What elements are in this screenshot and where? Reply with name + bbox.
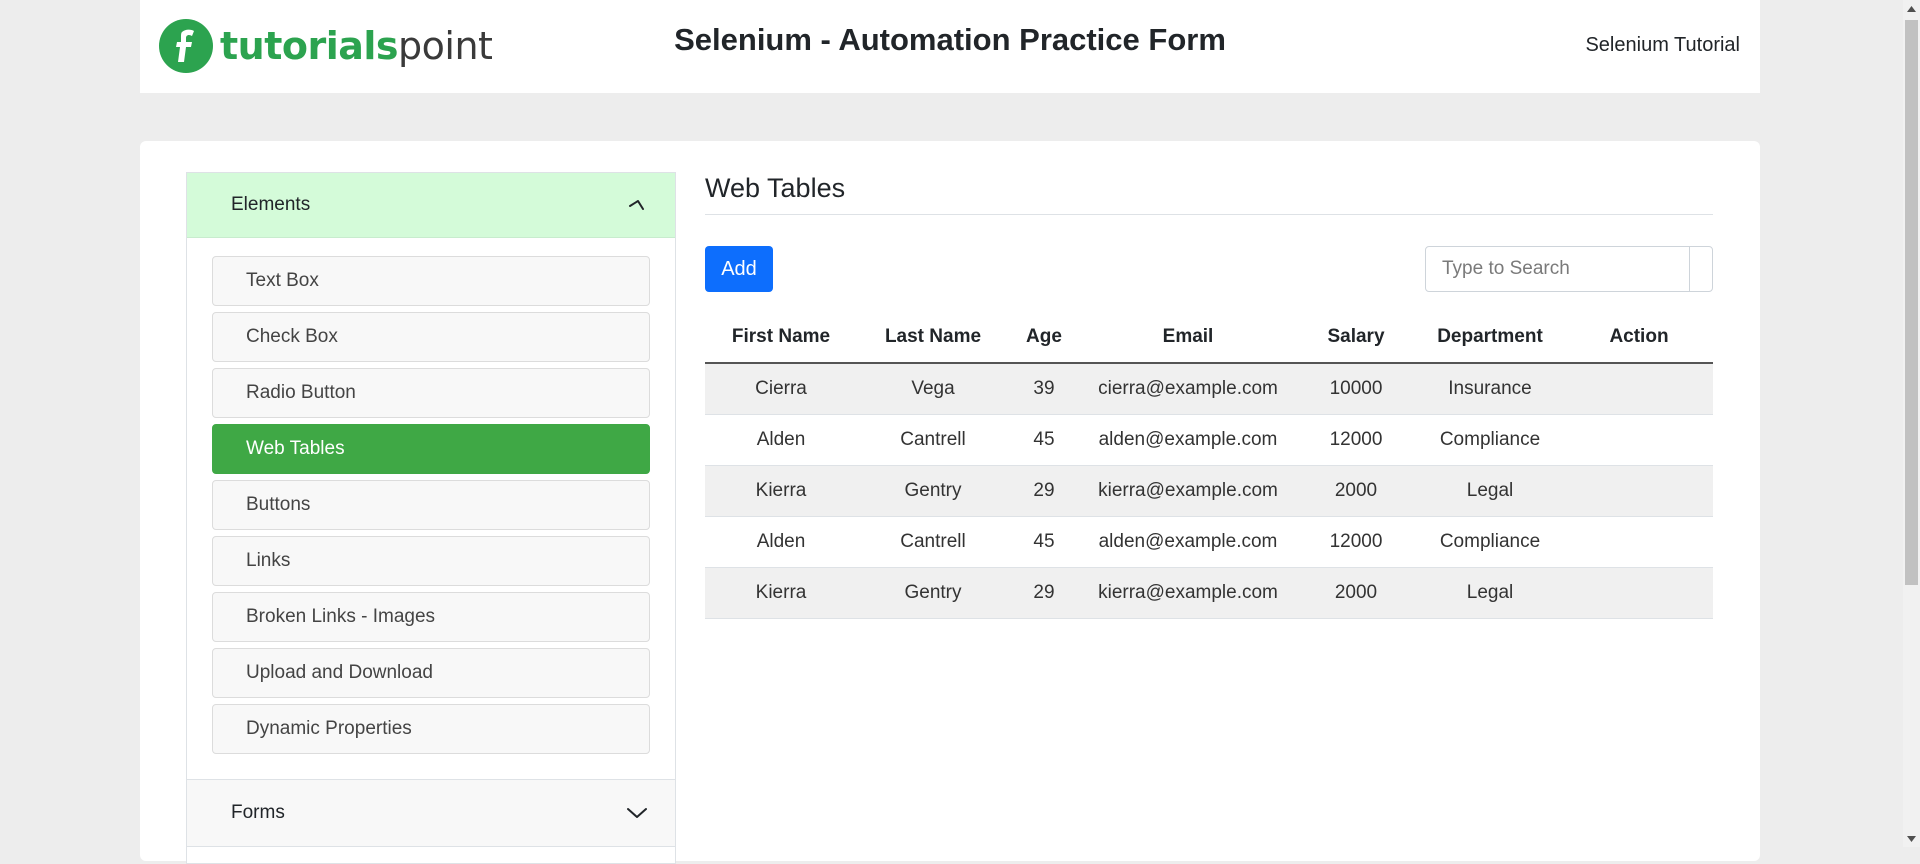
- cell-last-name: Cantrell: [857, 414, 1009, 466]
- cell-first-name: Kierra: [705, 567, 857, 619]
- cell-salary: 12000: [1297, 414, 1415, 466]
- column-header-first-name[interactable]: First Name: [705, 312, 857, 364]
- chevron-down-icon: [627, 808, 647, 818]
- cell-first-name: Kierra: [705, 465, 857, 517]
- cell-action: [1565, 414, 1713, 466]
- search-input[interactable]: [1426, 247, 1689, 291]
- menu-item-upload-and-download[interactable]: Upload and Download: [212, 648, 650, 698]
- cell-department: Legal: [1415, 465, 1565, 517]
- cell-email: kierra@example.com: [1079, 567, 1297, 619]
- cell-department: Insurance: [1415, 363, 1565, 415]
- cell-action: [1565, 567, 1713, 619]
- cell-email: cierra@example.com: [1079, 363, 1297, 415]
- cell-age: 29: [1009, 567, 1079, 619]
- column-header-email[interactable]: Email: [1079, 312, 1297, 364]
- cell-last-name: Gentry: [857, 465, 1009, 517]
- elements-group-header[interactable]: Elements: [187, 173, 675, 238]
- column-header-last-name[interactable]: Last Name: [857, 312, 1009, 364]
- menu-item-links[interactable]: Links: [212, 536, 650, 586]
- table-row: Cierra Vega 39 cierra@example.com 10000 …: [705, 363, 1713, 415]
- forms-group-label: Forms: [231, 802, 285, 823]
- elements-group-label: Elements: [231, 194, 311, 215]
- menu-item-radio-button[interactable]: Radio Button: [212, 368, 650, 418]
- menu-item-check-box[interactable]: Check Box: [212, 312, 650, 362]
- cell-email: alden@example.com: [1079, 414, 1297, 466]
- table-row: Alden Cantrell 45 alden@example.com 1200…: [705, 516, 1713, 568]
- cell-first-name: Alden: [705, 516, 857, 568]
- search-button[interactable]: [1689, 247, 1712, 291]
- column-header-age[interactable]: Age: [1009, 312, 1079, 364]
- scrollbar-thumb[interactable]: [1905, 20, 1918, 585]
- forms-group-header[interactable]: Forms: [187, 779, 675, 847]
- cell-age: 39: [1009, 363, 1079, 415]
- menu-item-buttons[interactable]: Buttons: [212, 480, 650, 530]
- cell-first-name: Cierra: [705, 363, 857, 415]
- web-tables-panel: Web Tables Add First Name Last Name Age …: [705, 172, 1713, 619]
- cell-action: [1565, 363, 1713, 415]
- cell-age: 45: [1009, 516, 1079, 568]
- menu-item-dynamic-properties[interactable]: Dynamic Properties: [212, 704, 650, 754]
- sidebar: Elements Text Box Check Box Radio Button…: [186, 172, 676, 864]
- table-row: Alden Cantrell 45 alden@example.com 1200…: [705, 414, 1713, 466]
- cell-department: Legal: [1415, 567, 1565, 619]
- cell-email: kierra@example.com: [1079, 465, 1297, 517]
- column-header-department[interactable]: Department: [1415, 312, 1565, 364]
- menu-item-text-box[interactable]: Text Box: [212, 256, 650, 306]
- add-button[interactable]: Add: [705, 246, 773, 292]
- vertical-scrollbar[interactable]: [1903, 0, 1920, 847]
- cell-first-name: Alden: [705, 414, 857, 466]
- cell-department: Compliance: [1415, 414, 1565, 466]
- cell-action: [1565, 465, 1713, 517]
- search-box: [1425, 246, 1713, 292]
- selenium-tutorial-link[interactable]: Selenium Tutorial: [1585, 34, 1740, 57]
- cell-last-name: Gentry: [857, 567, 1009, 619]
- cell-salary: 12000: [1297, 516, 1415, 568]
- web-table: First Name Last Name Age Email Salary De…: [705, 312, 1713, 619]
- cell-salary: 2000: [1297, 567, 1415, 619]
- cell-salary: 2000: [1297, 465, 1415, 517]
- scroll-down-arrow-icon[interactable]: [1903, 830, 1920, 847]
- cell-salary: 10000: [1297, 363, 1415, 415]
- chevron-up-icon: [629, 200, 644, 210]
- site-header: tutorialspoint Selenium - Automation Pra…: [140, 0, 1760, 93]
- cell-last-name: Cantrell: [857, 516, 1009, 568]
- column-header-salary[interactable]: Salary: [1297, 312, 1415, 364]
- cell-email: alden@example.com: [1079, 516, 1297, 568]
- cell-age: 29: [1009, 465, 1079, 517]
- scroll-up-arrow-icon[interactable]: [1903, 0, 1920, 17]
- menu-item-web-tables[interactable]: Web Tables: [212, 424, 650, 474]
- menu-item-broken-links-images[interactable]: Broken Links - Images: [212, 592, 650, 642]
- page-title: Selenium - Automation Practice Form: [674, 22, 1226, 57]
- cell-age: 45: [1009, 414, 1079, 466]
- table-row: Kierra Gentry 29 kierra@example.com 2000…: [705, 465, 1713, 517]
- cell-last-name: Vega: [857, 363, 1009, 415]
- column-header-action: Action: [1565, 312, 1713, 364]
- cell-department: Compliance: [1415, 516, 1565, 568]
- cell-action: [1565, 516, 1713, 568]
- table-row: Kierra Gentry 29 kierra@example.com 2000…: [705, 567, 1713, 619]
- elements-menu: Text Box Check Box Radio Button Web Tabl…: [187, 238, 675, 754]
- table-header-row: First Name Last Name Age Email Salary De…: [705, 312, 1713, 364]
- section-title: Web Tables: [705, 172, 1713, 215]
